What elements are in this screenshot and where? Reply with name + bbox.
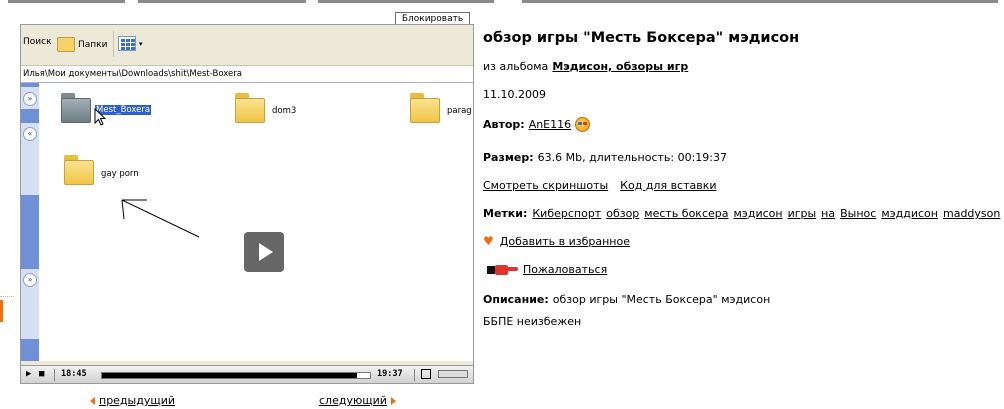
tag-link[interactable]: Вынос xyxy=(840,207,876,220)
folder-label: dom3 xyxy=(272,106,297,116)
complain-link[interactable]: Пожаловаться xyxy=(523,263,607,276)
play-icon[interactable]: ▶ xyxy=(26,369,31,379)
description-row: Описание: обзор игры "Месть Боксера" мэд… xyxy=(483,293,770,306)
play-button[interactable] xyxy=(244,232,284,272)
fullscreen-icon[interactable] xyxy=(421,369,431,379)
player-controls: ▶ ■ 18:45 19:37 xyxy=(21,365,473,383)
tag-link[interactable]: месть боксера xyxy=(644,207,728,220)
page-root: Блокировать Поиск Папки ▾ Илья\Мои докум… xyxy=(0,0,1004,409)
toolbar-search-label: Поиск xyxy=(23,37,52,47)
current-time: 18:45 xyxy=(61,369,87,379)
left-accent-bar xyxy=(0,300,3,322)
tag-link[interactable]: мэддисон xyxy=(881,207,938,220)
folder-icon xyxy=(61,93,91,123)
tag-link[interactable]: на xyxy=(821,207,835,220)
pointing-hand-icon xyxy=(487,264,519,276)
top-bars xyxy=(0,0,1004,14)
video-title: обзор игры "Месть Боксера" мэдисон xyxy=(483,30,800,46)
description-extra-row: ББПЕ неизбежен xyxy=(483,315,581,328)
stop-icon[interactable]: ■ xyxy=(39,369,44,379)
author-row: Автор: AnE116 xyxy=(483,117,591,132)
toolbar-folders: Папки xyxy=(57,37,107,52)
next-link-label: следующий xyxy=(319,394,387,407)
prev-link[interactable]: предыдущий xyxy=(90,394,175,407)
folder-icon xyxy=(57,37,75,52)
progress-fill xyxy=(102,373,357,378)
album-prefix: из альбома xyxy=(483,60,549,73)
embed-code-link[interactable]: Код для вставки xyxy=(620,179,716,192)
links-row: Смотреть скриншоты Код для вставки xyxy=(483,179,717,192)
favorite-row: ♥ Добавить в избранное xyxy=(483,235,630,248)
size-label: Размер: xyxy=(483,151,534,164)
author-label: Автор: xyxy=(483,118,525,131)
description-value: обзор игры "Месть Боксера" мэдисон xyxy=(552,293,771,306)
tag-link[interactable]: мэдисон xyxy=(734,207,783,220)
add-favorite-link[interactable]: Добавить в избранное xyxy=(500,235,630,248)
left-divider xyxy=(0,296,14,297)
toolbar-view: ▾ xyxy=(118,36,143,51)
folder-label: gay porn xyxy=(101,169,139,179)
chevron-down-icon: » xyxy=(23,92,37,106)
total-time: 19:37 xyxy=(377,369,403,379)
size-row: Размер: 63.6 Mb, длительность: 00:19:37 xyxy=(483,151,727,164)
tag-link[interactable]: maddyson xyxy=(943,207,1000,220)
tag-link[interactable]: Киберспорт xyxy=(532,207,601,220)
folder-icon xyxy=(64,155,94,185)
prev-link-label: предыдущий xyxy=(99,394,176,407)
description-extra: ББПЕ неизбежен xyxy=(483,315,582,328)
album-link[interactable]: Мэдисон, обзоры игр xyxy=(552,60,688,73)
tag-link[interactable]: обзор xyxy=(606,207,639,220)
album-row: из альбома Мэдисон, обзоры игр xyxy=(483,60,688,73)
volume-slider[interactable] xyxy=(438,370,468,378)
next-link[interactable]: следующий xyxy=(319,394,396,407)
folder-icon xyxy=(410,93,440,123)
date-row: 11.10.2009 xyxy=(483,88,546,101)
video-player[interactable]: Поиск Папки ▾ Илья\Мои документы\Downloa… xyxy=(20,24,474,384)
heart-icon: ♥ xyxy=(483,234,494,248)
view-icon xyxy=(118,36,136,51)
complain-row: Пожаловаться xyxy=(487,263,607,276)
author-avatar[interactable] xyxy=(575,117,591,132)
mouse-cursor-icon xyxy=(94,107,107,126)
explorer-toolbar: Поиск Папки ▾ xyxy=(21,25,473,66)
author-link[interactable]: AnE116 xyxy=(529,118,571,131)
folder-icon xyxy=(235,93,265,123)
size-value: 63.6 Mb, длительность: 00:19:37 xyxy=(537,151,728,164)
arrow-right-icon xyxy=(390,396,396,405)
chevron-down-icon: » xyxy=(23,273,37,287)
arrow-left-icon xyxy=(90,396,95,405)
tag-link[interactable]: игры xyxy=(788,207,817,220)
folder-label: parag xyxy=(447,106,472,116)
description-label: Описание: xyxy=(483,293,549,306)
tags-label: Метки: xyxy=(483,207,528,220)
toolbar-search: Поиск xyxy=(23,37,52,47)
explorer-content: Mest_Boxera dom3 parag gay porn xyxy=(39,83,473,361)
drawn-arrow-icon xyxy=(121,199,200,238)
video-date: 11.10.2009 xyxy=(483,88,546,101)
tags-row: Метки: Киберспорт обзор месть боксера мэдис… xyxy=(483,207,1000,220)
screenshots-link[interactable]: Смотреть скриншоты xyxy=(483,179,608,192)
explorer-tasks-pane: » « » xyxy=(21,83,39,363)
chevron-up-icon: « xyxy=(23,127,37,141)
toolbar-folders-label: Папки xyxy=(78,39,108,50)
explorer-address-bar: Илья\Мои документы\Downloads\shit\Mest-B… xyxy=(21,66,473,83)
progress-track[interactable] xyxy=(101,372,371,379)
